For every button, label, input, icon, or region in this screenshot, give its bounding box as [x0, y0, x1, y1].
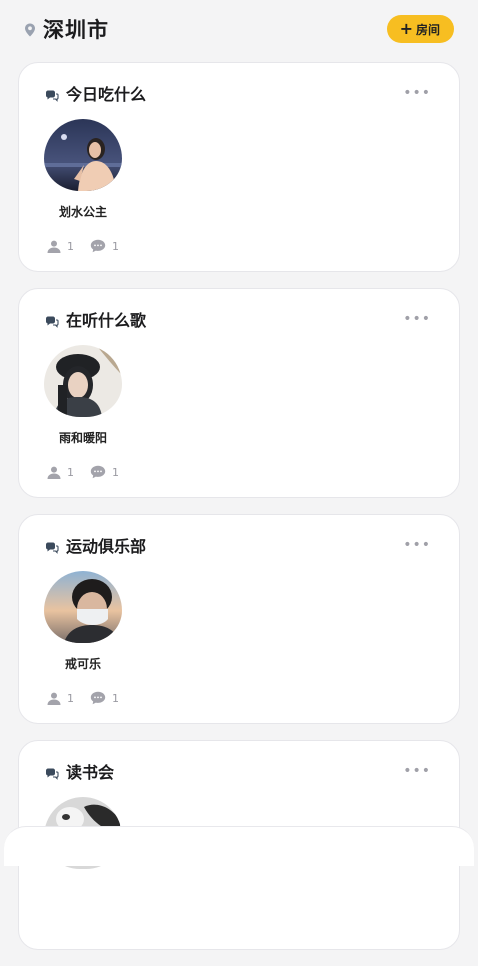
add-room-button[interactable]: + 房间: [386, 15, 454, 43]
person-icon: [47, 466, 61, 479]
location-pin-icon: [24, 22, 36, 37]
members-count: 1: [67, 691, 74, 705]
avatar: [44, 119, 122, 191]
room-stats: 1 1: [47, 691, 119, 705]
city-name: 深圳市: [43, 18, 109, 42]
room-member[interactable]: 雨和暖阳: [33, 345, 133, 446]
room-title: 今日吃什么: [66, 85, 147, 104]
avatar: [44, 571, 122, 643]
more-dots-icon[interactable]: •••: [403, 764, 433, 778]
room-card-header: 今日吃什么 •••: [45, 81, 433, 105]
room-card[interactable]: 运动俱乐部 ••• 戒可乐 1 1: [18, 514, 460, 724]
room-title-row: 在听什么歌: [45, 307, 146, 331]
member-name: 戒可乐: [64, 657, 101, 671]
room-title: 运动俱乐部: [66, 537, 147, 556]
members-count: 1: [67, 239, 74, 253]
members-stat: 1: [47, 240, 74, 253]
room-card-header: 在听什么歌 •••: [45, 307, 433, 331]
top-bar: 深圳市 + 房间: [0, 0, 478, 58]
chat-bubble-icon: [45, 87, 59, 102]
comments-stat: 1: [90, 465, 119, 479]
room-card[interactable]: 在听什么歌 ••• 雨和暖阳 1 1: [18, 288, 460, 498]
room-card-header: 运动俱乐部 •••: [45, 533, 433, 557]
members-stat: 1: [47, 692, 74, 705]
room-title-row: 运动俱乐部: [45, 533, 146, 557]
room-title-row: 今日吃什么: [45, 81, 146, 105]
members-count: 1: [67, 465, 74, 479]
add-room-label: 房间: [415, 22, 440, 37]
comments-count: 1: [112, 239, 119, 253]
comment-icon: [90, 691, 106, 705]
more-dots-icon[interactable]: •••: [403, 312, 433, 326]
chat-bubble-icon: [45, 539, 59, 554]
member-name: 划水公主: [58, 205, 107, 219]
plus-icon: +: [399, 19, 413, 38]
room-card-header: 读书会 •••: [45, 759, 433, 783]
more-dots-icon[interactable]: •••: [403, 86, 433, 100]
room-stats: 1 1: [47, 465, 119, 479]
bottom-panel[interactable]: [4, 826, 474, 866]
person-icon: [47, 240, 61, 253]
room-title-row: 读书会: [45, 759, 114, 783]
member-name: 雨和暖阳: [58, 431, 107, 445]
avatar: [44, 345, 122, 417]
comments-stat: 1: [90, 691, 119, 705]
comment-icon: [90, 239, 106, 253]
room-stats: 1 1: [47, 239, 119, 253]
comments-stat: 1: [90, 239, 119, 253]
comment-icon: [90, 465, 106, 479]
room-member[interactable]: 戒可乐: [33, 571, 133, 672]
chat-bubble-icon: [45, 313, 59, 328]
comments-count: 1: [112, 465, 119, 479]
more-dots-icon[interactable]: •••: [403, 538, 433, 552]
room-title: 读书会: [66, 763, 115, 782]
chat-bubble-icon: [45, 765, 59, 780]
room-card[interactable]: 今日吃什么 ••• 划水公主 1 1: [18, 62, 460, 272]
room-member[interactable]: 划水公主: [33, 119, 133, 220]
city-selector[interactable]: 深圳市: [24, 14, 109, 44]
members-stat: 1: [47, 466, 74, 479]
comments-count: 1: [112, 691, 119, 705]
room-title: 在听什么歌: [66, 311, 147, 330]
person-icon: [47, 692, 61, 705]
